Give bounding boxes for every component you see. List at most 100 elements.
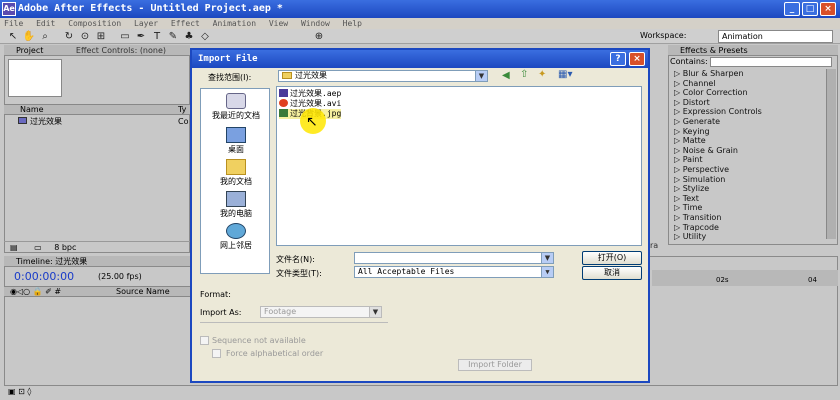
effect-category-item[interactable]: ▷ Color Correction: [670, 88, 830, 98]
filename-input[interactable]: ▼: [354, 252, 554, 264]
bpc-button[interactable]: 8 bpc: [54, 243, 76, 252]
av-switches-icon[interactable]: ◉◁○ 🔒 ✐ #: [10, 287, 61, 296]
rotate-tool-icon[interactable]: ↻: [62, 30, 76, 43]
workspace-select[interactable]: Animation: [718, 30, 833, 43]
menu-composition[interactable]: Composition: [68, 19, 121, 28]
name-column-header[interactable]: Name: [20, 105, 44, 114]
network-places-place[interactable]: 网上邻居: [201, 223, 271, 251]
effect-category-item[interactable]: ▷ Distort: [670, 98, 830, 108]
jpg-file-icon: [279, 109, 288, 117]
effect-category-item[interactable]: ▷ Paint: [670, 155, 830, 165]
effect-category-item[interactable]: ▷ Perspective: [670, 165, 830, 175]
my-documents-place[interactable]: 我的文档: [201, 159, 271, 187]
menu-window[interactable]: Window: [301, 19, 330, 28]
close-button[interactable]: ×: [820, 2, 836, 16]
interpret-footage-icon[interactable]: ▤: [10, 243, 18, 252]
up-folder-icon[interactable]: ⇧: [520, 69, 528, 80]
ruler-mark-04: 04: [808, 276, 817, 284]
project-tab[interactable]: Project: [16, 46, 43, 55]
effect-controls-tab[interactable]: Effect Controls: (none): [76, 46, 166, 55]
project-tab-bar: Project Effect Controls: (none): [4, 45, 190, 56]
axis-mode-icon[interactable]: ⊕: [312, 30, 326, 43]
open-button[interactable]: 打开(O): [582, 251, 642, 265]
effect-category-item[interactable]: ▷ Time: [670, 203, 830, 213]
divider: [200, 322, 388, 323]
project-item-row[interactable]: 过光效果 Co: [18, 117, 188, 127]
effects-presets-tab[interactable]: Effects & Presets: [680, 46, 748, 55]
menu-animation[interactable]: Animation: [213, 19, 256, 28]
type-tool-icon[interactable]: T: [150, 30, 164, 43]
side-label: ra: [650, 241, 659, 250]
zoom-tool-icon[interactable]: ⌕: [38, 30, 52, 43]
menu-layer[interactable]: Layer: [134, 19, 158, 28]
desktop-icon: [226, 127, 246, 143]
selection-tool-icon[interactable]: ↖: [6, 30, 20, 43]
filetype-label: 文件类型(T):: [276, 269, 322, 278]
dialog-help-button[interactable]: ?: [610, 52, 626, 66]
effect-category-item[interactable]: ▷ Simulation: [670, 175, 830, 185]
workspace-label: Workspace:: [640, 31, 687, 40]
effect-category-item[interactable]: ▷ Blur & Sharpen: [670, 69, 830, 79]
mask-tool-icon[interactable]: ▭: [118, 30, 132, 43]
chevron-down-icon: ▼: [541, 253, 553, 263]
timeline-footer-icons[interactable]: ▣ ⊡ ◊: [4, 386, 104, 398]
import-folder-button: Import Folder: [458, 359, 532, 371]
hand-tool-icon[interactable]: ✋: [22, 30, 36, 43]
new-folder-icon[interactable]: ✦: [538, 69, 546, 80]
recent-documents-icon: [226, 93, 246, 109]
desktop-place[interactable]: 桌面: [201, 127, 271, 155]
effect-category-item[interactable]: ▷ Utility: [670, 232, 830, 242]
filetype-select[interactable]: All Acceptable Files ▼: [354, 266, 554, 278]
timecode-display[interactable]: 0:00:00:00: [14, 270, 74, 283]
effect-category-item[interactable]: ▷ Transition: [670, 213, 830, 223]
look-in-label: 查找范围(I):: [208, 73, 252, 82]
file-list: 过光效果.aep 过光效果.avi 过光背景.jpg: [276, 86, 642, 246]
timeline-tab[interactable]: Timeline: 过光效果: [16, 257, 87, 266]
view-menu-icon[interactable]: ▦▾: [558, 69, 572, 80]
effects-scrollbar[interactable]: [826, 69, 836, 239]
timeline-column-header: ◉◁○ 🔒 ✐ # Source Name: [4, 286, 190, 297]
dialog-close-button[interactable]: ×: [629, 52, 645, 66]
source-name-header[interactable]: Source Name: [116, 287, 170, 297]
eraser-tool-icon[interactable]: ◇: [198, 30, 212, 43]
menu-file[interactable]: File: [4, 19, 23, 28]
menu-effect[interactable]: Effect: [171, 19, 200, 28]
back-icon[interactable]: ◀: [502, 70, 510, 81]
type-column-header[interactable]: Ty: [178, 105, 186, 115]
effect-category-item[interactable]: ▷ Stylize: [670, 184, 830, 194]
import-as-label: Import As:: [200, 308, 242, 317]
new-folder-icon[interactable]: ▭: [34, 243, 42, 252]
look-in-select[interactable]: 过光效果 ▼: [278, 70, 488, 82]
my-computer-place[interactable]: 我的电脑: [201, 191, 271, 219]
effect-category-item[interactable]: ▷ Text: [670, 194, 830, 204]
avi-file-icon: [279, 99, 288, 107]
places-bar: 我最近的文档 桌面 我的文档 我的电脑 网上邻居: [200, 88, 270, 274]
pan-behind-tool-icon[interactable]: ⊞: [94, 30, 108, 43]
after-effects-icon: Ae: [2, 2, 16, 16]
chevron-down-icon: ▼: [369, 307, 381, 317]
effect-category-item[interactable]: ▷ Noise & Grain: [670, 146, 830, 156]
menu-view[interactable]: View: [269, 19, 288, 28]
clone-stamp-tool-icon[interactable]: ♣: [182, 30, 196, 43]
effect-category-item[interactable]: ▷ Channel: [670, 79, 830, 89]
menu-edit[interactable]: Edit: [36, 19, 55, 28]
pen-tool-icon[interactable]: ✒: [134, 30, 148, 43]
mouse-cursor-icon: ↖: [306, 114, 318, 130]
effect-category-item[interactable]: ▷ Generate: [670, 117, 830, 127]
cancel-button[interactable]: 取消: [582, 266, 642, 280]
chevron-down-icon: ▼: [541, 267, 553, 277]
file-item-aep[interactable]: 过光效果.aep: [279, 89, 341, 99]
menu-help[interactable]: Help: [343, 19, 362, 28]
effect-category-item[interactable]: ▷ Matte: [670, 136, 830, 146]
effect-category-item[interactable]: ▷ Keying: [670, 127, 830, 137]
brush-tool-icon[interactable]: ✎: [166, 30, 180, 43]
project-footer: ▤ ▭ 8 bpc: [4, 241, 190, 253]
camera-orbit-tool-icon[interactable]: ⊙: [78, 30, 92, 43]
effects-search-input[interactable]: [710, 57, 832, 67]
recent-documents-place[interactable]: 我最近的文档: [201, 93, 271, 121]
project-thumbnail: [8, 59, 62, 97]
minimize-button[interactable]: _: [784, 2, 800, 16]
effect-category-item[interactable]: ▷ Expression Controls: [670, 107, 830, 117]
maximize-button[interactable]: □: [802, 2, 818, 16]
effect-category-item[interactable]: ▷ Trapcode: [670, 223, 830, 233]
